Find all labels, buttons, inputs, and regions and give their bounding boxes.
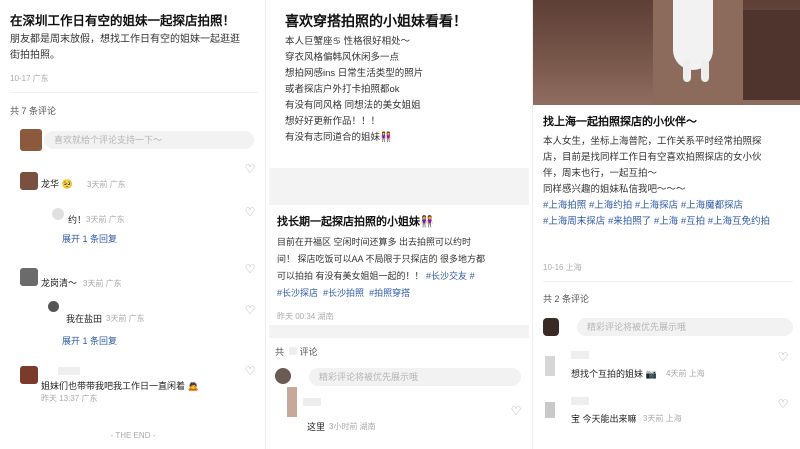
post-title: 找上海一起拍照探店的小伙伴～: [543, 116, 697, 128]
hashtag[interactable]: #互拍: [681, 216, 705, 227]
post-body: 本人巨蟹座♋ 性格很好相处～ 穿衣风格偏韩风休闲多一点 想拍网感ins 日常生活…: [285, 36, 424, 143]
end-marker: - THE END -: [110, 431, 156, 440]
comment-meta: 3小时前 湖南: [329, 422, 376, 431]
hashtag[interactable]: #上海周末探店: [543, 216, 605, 227]
my-avatar: [543, 318, 559, 336]
comment-input[interactable]: 喜欢就给个评论支持一下～: [44, 131, 254, 149]
second-post-card: 找长期一起探店拍照的小姐妹👭 目前在开福区 空闲时间还算多 出去拍照可以约时 间…: [269, 205, 529, 325]
comment-meta: 3天前 广东: [106, 314, 145, 323]
post-body: 本人女生，坐标上海普陀，工作关系平时经常拍照探 店，目前是找同样工作日有空喜欢拍…: [543, 136, 771, 227]
like-heart-icon[interactable]: ♡: [244, 206, 256, 218]
commenter-avatar: [20, 172, 38, 190]
blurred-name: [303, 398, 321, 406]
comment-text: 这里: [307, 422, 326, 432]
expand-replies-link[interactable]: 展开 1 条回复: [62, 334, 117, 347]
commenter-name: 龙岗清～: [41, 278, 78, 288]
hashtag[interactable]: #上海约拍: [589, 200, 632, 211]
post-panel-shanghai: 找上海一起拍照探店的小伙伴～ 本人女生，坐标上海普陀，工作关系平时经常拍照探 店…: [532, 0, 800, 449]
comment-text: 约！: [68, 215, 87, 225]
hashtag[interactable]: #上海探店: [635, 200, 678, 211]
blurred-name: [571, 351, 589, 359]
reply-avatar: [52, 208, 64, 220]
screenshot-collage: 在深圳工作日有空的姐妹一起探店拍照！ 朋友都是周末放假，想找工作日有空的姐妹一起…: [0, 0, 800, 449]
hashtag[interactable]: #长沙探店: [277, 288, 318, 298]
like-heart-icon[interactable]: ♡: [244, 304, 256, 316]
comment-count: 共 2 条评论: [543, 294, 590, 304]
comment-meta: 昨天 13:37 广东: [41, 394, 98, 403]
blurred-name: [571, 397, 589, 405]
post-panel-shenzhen: 在深圳工作日有空的姐妹一起探店拍照！ 朋友都是周末放假，想找工作日有空的姐妹一起…: [0, 0, 266, 449]
comment-input[interactable]: 精彩评论将被优先展示哦: [577, 318, 793, 336]
my-avatar: [275, 368, 291, 384]
post-body-line2: 街拍拍照。: [10, 50, 60, 61]
commenter-avatar: [20, 268, 38, 286]
post-title: 找长期一起探店拍照的小姐妹👭: [277, 216, 434, 228]
post-meta: 10-16 上海: [543, 263, 582, 272]
hashtag[interactable]: #长沙交友: [426, 271, 467, 281]
comment-text: 宝 今天能出来嘛: [571, 414, 637, 424]
post-meta: 10-17 广东: [10, 74, 49, 83]
comment-text: 我在盐田: [66, 314, 103, 324]
divider: [10, 92, 258, 93]
like-heart-icon[interactable]: ♡: [510, 405, 522, 417]
reply-avatar: [48, 301, 59, 312]
comment-meta: 3天前 广东: [86, 215, 125, 224]
post-panel-changsha: 喜欢穿搭拍照的小姐妹看看！ 本人巨蟹座♋ 性格很好相处～ 穿衣风格偏韩风休闲多一…: [269, 0, 529, 449]
divider: [543, 281, 793, 282]
photo-figure: [673, 0, 713, 70]
my-avatar: [20, 129, 42, 151]
comment-text: 姐妹们也带带我吧我工作日一直闲着 🙇: [41, 381, 199, 391]
top-post-card: 喜欢穿搭拍照的小姐妹看看！ 本人巨蟹座♋ 性格很好相处～ 穿衣风格偏韩风休闲多一…: [269, 0, 529, 168]
hashtag[interactable]: #来拍照了: [608, 216, 651, 227]
comment-count: 共 7 条评论: [10, 106, 57, 116]
comment-meta: 3天前 广东: [83, 279, 122, 288]
comment-meta: 3天前 广东: [87, 180, 126, 189]
comment-meta: 4天前 上海: [666, 369, 705, 378]
commenter-avatar: [20, 366, 38, 384]
commenter-name: 龙华 🥺: [41, 179, 73, 189]
hashtag[interactable]: #长沙拍照: [323, 288, 364, 298]
blurred-avatar: [545, 356, 555, 376]
like-heart-icon[interactable]: ♡: [777, 398, 789, 410]
comment-meta: 3天前 上海: [643, 414, 682, 423]
post-meta: 昨天 00:34 湖南: [277, 312, 334, 321]
hashtag[interactable]: #上海拍照: [543, 200, 586, 211]
like-heart-icon[interactable]: ♡: [777, 351, 789, 363]
hashtag[interactable]: #上海: [654, 216, 678, 227]
post-title: 喜欢穿搭拍照的小姐妹看看！: [285, 13, 467, 29]
comment-count: 共 评论: [275, 347, 318, 357]
post-title: 在深圳工作日有空的姐妹一起探店拍照！: [10, 14, 236, 28]
hashtag[interactable]: #拍照穿搭: [369, 288, 410, 298]
comment-text: 想找个互拍的姐妹 📷: [571, 369, 657, 379]
post-body: 目前在开福区 空闲时间还算多 出去拍照可以约时 间！ 探店吃饭可以AA 不局限于…: [277, 237, 486, 298]
comment-section: 共 评论 精彩评论将被优先展示哦 这里 3小时前 湖南 ♡: [269, 338, 529, 449]
expand-replies-link[interactable]: 展开 1 条回复: [62, 232, 117, 245]
like-heart-icon[interactable]: ♡: [244, 163, 256, 175]
post-photo: [533, 0, 800, 105]
hashtag[interactable]: #上海互免约拍: [708, 216, 770, 227]
like-heart-icon[interactable]: ♡: [244, 263, 256, 275]
blurred-name: [58, 367, 80, 375]
like-heart-icon[interactable]: ♡: [244, 365, 256, 377]
comment-input[interactable]: 精彩评论将被优先展示哦: [309, 368, 521, 386]
blurred-avatar: [545, 402, 555, 418]
hashtag[interactable]: #上海魔都探店: [681, 200, 743, 211]
blurred-avatar: [287, 387, 297, 417]
